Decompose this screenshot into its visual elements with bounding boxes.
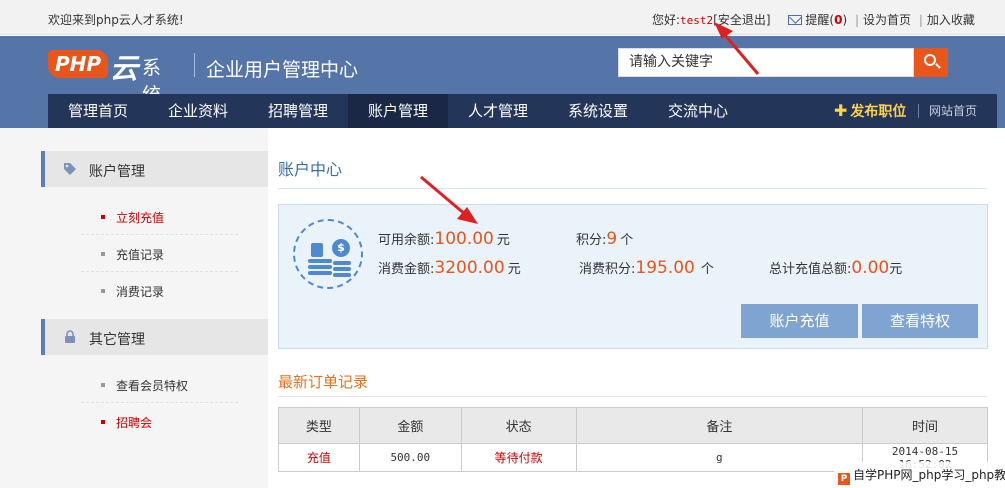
watermark: P 自学PHP网_php学习_php教 xyxy=(834,462,1005,488)
available-balance: 可用余额:100.00 元 xyxy=(378,229,510,249)
set-home-link[interactable]: 设为首页 xyxy=(863,13,911,27)
order-status-link[interactable]: 等待付款 xyxy=(460,443,577,472)
search-bar: 请输入关键字 xyxy=(618,48,948,77)
view-privilege-button[interactable]: 查看特权 xyxy=(862,304,978,338)
publish-job-button[interactable]: ✚ 发布职位 xyxy=(834,94,906,128)
sidebar-group-account[interactable]: 账户管理 xyxy=(41,151,268,187)
search-button[interactable] xyxy=(914,48,948,77)
center-title: 企业用户管理中心 xyxy=(206,59,359,81)
remind-link[interactable]: 提醒 xyxy=(805,13,829,27)
sidebar-group-other[interactable]: 其它管理 xyxy=(41,319,268,355)
watermark-logo: P xyxy=(838,473,850,485)
spent-amount: 消费金额:3200.00 元 xyxy=(378,258,521,278)
account-recharge-button[interactable]: 账户充值 xyxy=(741,304,858,338)
latest-orders-title: 最新订单记录 xyxy=(278,373,369,391)
logo-php: PHP xyxy=(48,50,108,78)
nav-item-talent[interactable]: 人才管理 xyxy=(448,94,548,128)
col-note: 备注 xyxy=(575,407,864,444)
tag-icon xyxy=(64,163,76,175)
search-input[interactable]: 请输入关键字 xyxy=(618,48,914,77)
account-center-title: 账户中心 xyxy=(278,160,343,179)
col-time: 时间 xyxy=(862,407,988,444)
col-amount: 金额 xyxy=(358,407,462,444)
sidebar-item-recharge-now[interactable]: 立刻充值 xyxy=(81,198,238,235)
logo-yun: 云 xyxy=(110,52,139,85)
spent-points-value: 195.00 xyxy=(635,258,695,278)
mail-icon xyxy=(788,15,803,25)
top-bar: 欢迎来到php云人才系统! 您好:test2[安全退出] 提醒(0) | 设为首页… xyxy=(0,0,1005,35)
spent-amount-value: 3200.00 xyxy=(434,258,505,278)
sidebar-item-job-fair[interactable]: 招聘会 xyxy=(81,403,238,440)
nav-item-account[interactable]: 账户管理 xyxy=(348,94,448,128)
order-note: g xyxy=(575,443,864,472)
points-value: 9 xyxy=(606,229,618,249)
coins-icon: $ xyxy=(293,219,363,289)
total-recharge-value: 0.00 xyxy=(851,258,890,278)
sidebar-item-recharge-records[interactable]: 充值记录 xyxy=(81,235,238,272)
welcome-text: 欢迎来到php云人才系统! xyxy=(48,13,184,27)
order-amount: 500.00 xyxy=(358,443,462,472)
nav-item-community[interactable]: 交流中心 xyxy=(648,94,748,128)
nav-item-settings[interactable]: 系统设置 xyxy=(548,94,648,128)
top-bar-right: 您好:test2[安全退出] 提醒(0) | 设为首页 | 加入收藏 xyxy=(652,13,975,27)
col-type: 类型 xyxy=(278,407,360,444)
nav-item-company[interactable]: 企业资料 xyxy=(148,94,248,128)
username-link[interactable]: test2 xyxy=(680,14,713,27)
nav-item-recruit[interactable]: 招聘管理 xyxy=(248,94,348,128)
sidebar-item-spend-records[interactable]: 消费记录 xyxy=(81,272,238,309)
col-status: 状态 xyxy=(460,407,577,444)
site-home-link[interactable]: 网站首页 xyxy=(929,94,977,128)
sidebar-item-member-privilege[interactable]: 查看会员特权 xyxy=(81,366,238,403)
available-balance-value: 100.00 xyxy=(434,229,494,249)
account-summary: $ 可用余额:100.00 元 积分:9 个 消费金额:3200.00 元 消费积分:… xyxy=(278,204,988,349)
add-favorite-link[interactable]: 加入收藏 xyxy=(927,13,975,27)
hello-label: 您好: xyxy=(652,13,681,27)
dollar-coin: $ xyxy=(332,239,350,257)
points: 积分:9 个 xyxy=(576,229,634,249)
logout-link[interactable]: [安全退出] xyxy=(713,13,770,27)
spent-points: 消费积分:195.00 个 xyxy=(579,258,714,278)
header: PHP 云 系统 企业用户管理中心 请输入关键字 管理首页 企业资料 招聘管理 … xyxy=(0,36,1005,128)
total-recharge: 总计充值总额:0.00元 xyxy=(769,258,903,278)
lock-icon xyxy=(65,330,75,343)
plus-icon: ✚ xyxy=(834,101,848,120)
order-type: 充值 xyxy=(278,443,360,472)
nav-item-home[interactable]: 管理首页 xyxy=(48,94,148,128)
main-nav: 管理首页 企业资料 招聘管理 账户管理 人才管理 系统设置 交流中心 ✚ 发布职位… xyxy=(48,94,997,128)
